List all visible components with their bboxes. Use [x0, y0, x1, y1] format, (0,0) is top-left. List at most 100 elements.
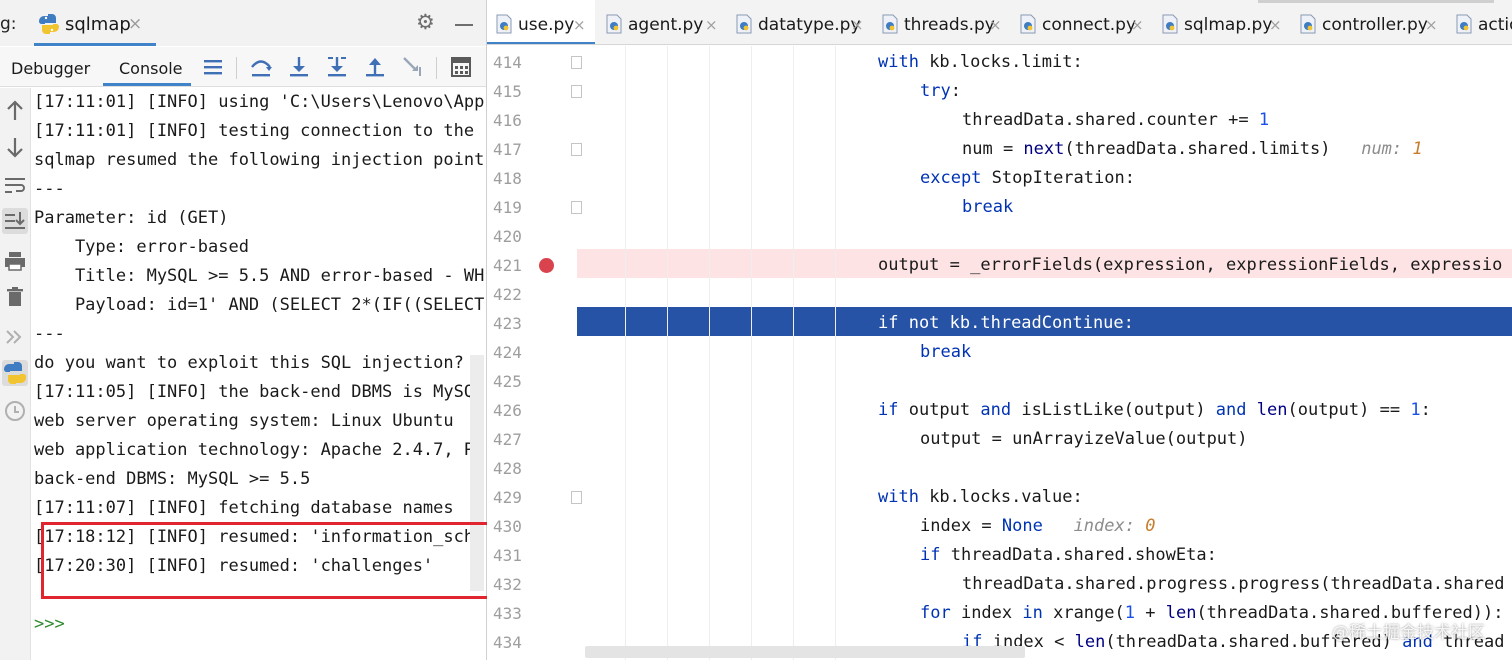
keyword: with: [878, 487, 919, 507]
console-line: Type: error-based: [34, 237, 249, 257]
editor-tab-controller-py[interactable]: controller.py ×: [1291, 0, 1447, 44]
code-text: xrange(: [1042, 603, 1125, 623]
inline-value-hint: num: 1: [1330, 139, 1422, 159]
line-number: 426: [493, 401, 522, 420]
code-line-423: if not kb.threadContinue:: [878, 309, 1134, 338]
double-chevron-right-icon[interactable]: [2, 324, 28, 350]
step-into-icon[interactable]: [287, 55, 311, 79]
editor-tab-label: controller.py: [1322, 15, 1428, 35]
tab-debugger[interactable]: Debugger: [11, 59, 90, 78]
line-number: 424: [493, 343, 522, 362]
console-line: web application technology: Apache 2.4.7…: [34, 440, 485, 460]
code-text: :: [1420, 400, 1431, 420]
tab-close-icon[interactable]: ×: [1425, 16, 1438, 34]
code-text: kb.threadContinue:: [939, 313, 1134, 333]
keyword: break: [962, 197, 1014, 217]
code-editor[interactable]: 414 415 416 417 418 419 420 421 422 423 …: [487, 46, 1512, 660]
code-text: threadData.shared.counter +=: [962, 110, 1259, 130]
menu-lines-icon[interactable]: [201, 55, 225, 79]
builtin: next: [1023, 139, 1065, 159]
python-file-icon: [735, 14, 753, 34]
line-number: 421: [493, 256, 522, 275]
code-line-429: with kb.locks.value:: [878, 483, 1083, 512]
breakpoint-icon[interactable]: [539, 258, 554, 273]
hint-label: num:: [1361, 139, 1403, 159]
editor-tab-label: agent.py: [628, 15, 704, 35]
line-number: 434: [493, 633, 522, 652]
step-into-my-code-icon[interactable]: [325, 55, 349, 79]
console-line: ---: [34, 324, 65, 344]
editor-tab-datatype-py[interactable]: datatype.py ×: [727, 0, 873, 44]
print-icon[interactable]: [2, 248, 28, 274]
editor-tab-label: datatype.py: [758, 15, 861, 35]
tab-close-icon[interactable]: ×: [989, 16, 1002, 34]
scroll-to-end-icon[interactable]: [2, 208, 28, 234]
keyword: None: [1001, 516, 1043, 536]
calculator-icon[interactable]: [449, 55, 473, 79]
annotation-highlight-box: [41, 522, 503, 599]
indent-guide: [625, 46, 626, 660]
editor-tab-connect-py[interactable]: connect.py ×: [1011, 0, 1153, 44]
console-side-toolbar: [0, 88, 31, 660]
keyword: try: [920, 81, 951, 101]
arrow-up-icon[interactable]: [2, 98, 28, 124]
console-prompt[interactable]: >>>: [34, 610, 65, 639]
code-text: isListLike(output): [1011, 400, 1216, 420]
tab-close-icon[interactable]: ×: [705, 16, 718, 34]
builtin: len: [1256, 400, 1288, 420]
line-number-gutter[interactable]: 414 415 416 417 418 419 420 421 422 423 …: [487, 46, 582, 660]
session-tab-close-icon[interactable]: ×: [128, 14, 142, 34]
python-file-icon: [605, 14, 623, 34]
console-line: back-end DBMS: MySQL >= 5.5: [34, 469, 311, 489]
keyword: in: [1022, 603, 1043, 623]
tab-close-icon[interactable]: ×: [573, 16, 586, 34]
tab-close-icon[interactable]: ×: [851, 16, 864, 34]
fold-marker-icon[interactable]: [571, 143, 582, 156]
keyword: and: [1215, 400, 1247, 420]
fold-marker-icon[interactable]: [571, 56, 582, 69]
step-out-icon[interactable]: [363, 55, 387, 79]
keyword: and: [980, 400, 1012, 420]
code-text: output = unArrayizeValue(output): [920, 429, 1248, 449]
line-number: 422: [493, 285, 522, 304]
trash-icon[interactable]: [2, 284, 28, 310]
python-console-icon[interactable]: [2, 360, 28, 386]
code-text: index =: [920, 516, 1002, 536]
arrow-down-icon[interactable]: [2, 134, 28, 160]
console-line: Parameter: id (GET): [34, 208, 229, 228]
console-line: Title: MySQL >= 5.5 AND error-based - WH: [34, 266, 485, 286]
editor-tab-action[interactable]: action: [1447, 0, 1512, 44]
session-tab-underline: [34, 43, 156, 46]
fold-marker-icon[interactable]: [571, 491, 582, 504]
tab-close-icon[interactable]: ×: [1131, 16, 1144, 34]
soft-wrap-icon[interactable]: [2, 172, 28, 198]
run-to-cursor-icon[interactable]: [401, 55, 425, 79]
history-clock-icon[interactable]: [2, 398, 28, 424]
tab-console[interactable]: Console: [119, 59, 183, 78]
toolbar-separator: [236, 57, 237, 79]
tab-close-icon[interactable]: ×: [1269, 16, 1282, 34]
code-line-432: threadData.shared.progress.progress(thre…: [962, 570, 1504, 599]
fold-marker-icon[interactable]: [571, 85, 582, 98]
gear-icon[interactable]: ⚙: [416, 12, 435, 33]
editor-tab-use-py[interactable]: use.py ×: [487, 0, 595, 44]
fold-marker-icon[interactable]: [571, 201, 582, 214]
number-literal: 1: [1410, 400, 1421, 420]
editor-tab-agent-py[interactable]: agent.py ×: [597, 0, 727, 44]
code-text: +: [1135, 603, 1166, 623]
keyword: except: [920, 168, 982, 188]
editor-tab-sqlmap-py[interactable]: sqlmap.py ×: [1153, 0, 1291, 44]
indent-guide: [793, 46, 794, 660]
debug-session-tab-sqlmap[interactable]: sqlmap ×: [28, 0, 156, 46]
keyword: if: [920, 545, 941, 565]
number-literal: 1: [1258, 110, 1270, 130]
editor-tab-threads-py[interactable]: threads.py ×: [873, 0, 1011, 44]
tab-bar-scroll-thumb[interactable]: [1258, 0, 1494, 3]
console-tab-underline: [103, 83, 191, 86]
debug-toolbar: Debugger Console: [0, 47, 486, 87]
hint-value: 1: [1412, 139, 1423, 159]
editor-horizontal-scrollbar[interactable]: [585, 646, 1025, 658]
line-number: 431: [493, 546, 522, 565]
step-over-icon[interactable]: [249, 55, 273, 79]
minimize-icon[interactable]: [455, 24, 473, 26]
